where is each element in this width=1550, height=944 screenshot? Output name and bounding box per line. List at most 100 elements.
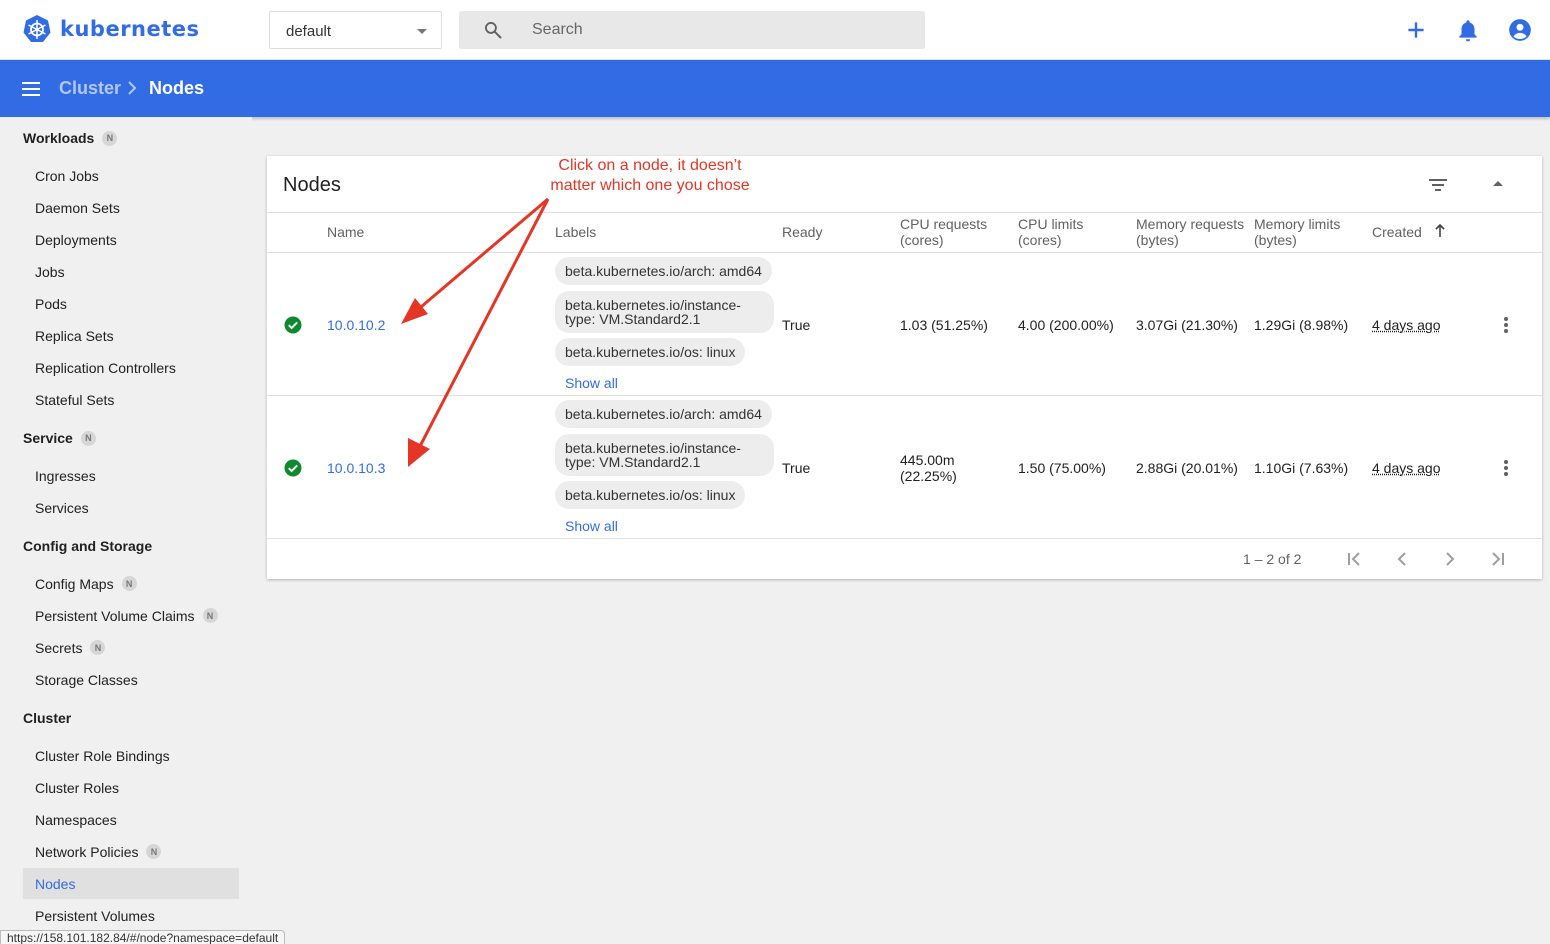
column-header-cpu-limits[interactable]: CPU limits (cores) bbox=[1018, 216, 1108, 248]
kubernetes-wheel-icon bbox=[23, 15, 51, 42]
label-chip: beta.kubernetes.io/os: linux bbox=[555, 481, 746, 509]
sidebar-item-stateful-sets[interactable]: Stateful Sets bbox=[23, 384, 239, 415]
label-chip: beta.kubernetes.io/instance-type: VM.Sta… bbox=[555, 291, 774, 333]
sidebar-item-label: Storage Classes bbox=[35, 671, 138, 688]
label-chip: beta.kubernetes.io/arch: amd64 bbox=[555, 257, 772, 285]
column-header-memory-requests[interactable]: Memory requests (bytes) bbox=[1136, 216, 1251, 248]
sidebar-item-label: Config Maps bbox=[35, 575, 114, 592]
sidebar-item-jobs[interactable]: Jobs bbox=[23, 256, 239, 287]
node-link[interactable]: 10.0.10.3 bbox=[327, 460, 385, 476]
search-input[interactable] bbox=[532, 11, 912, 49]
card-title: Nodes bbox=[283, 174, 341, 196]
sidebar-item-cluster-role-bindings[interactable]: Cluster Role Bindings bbox=[23, 740, 239, 771]
sidebar-item-services[interactable]: Services bbox=[23, 492, 239, 523]
sidebar-item-label: Namespaces bbox=[35, 811, 117, 828]
sidebar-item-cron-jobs[interactable]: Cron Jobs bbox=[23, 160, 239, 191]
sidebar-item-persistent-volume-claims[interactable]: Persistent Volume Claims N bbox=[23, 600, 239, 631]
last-page-icon[interactable] bbox=[1488, 549, 1508, 569]
column-header-cpu-requests[interactable]: CPU requests (cores) bbox=[900, 216, 1000, 248]
section-label: Workloads bbox=[23, 130, 95, 146]
column-header-memory-limits[interactable]: Memory limits (bytes) bbox=[1254, 216, 1354, 248]
cpu-requests-value: 1.03 (51.25%) bbox=[900, 317, 988, 333]
namespaced-badge: N bbox=[121, 576, 137, 591]
divider bbox=[267, 395, 1542, 396]
sidebar-item-label: Persistent Volumes bbox=[35, 907, 155, 924]
next-page-icon[interactable] bbox=[1440, 549, 1460, 569]
sidebar-section-workloads[interactable]: Workloads N bbox=[23, 130, 118, 146]
status-ok-icon bbox=[284, 459, 302, 477]
search-icon bbox=[485, 22, 502, 39]
column-header-created[interactable]: Created bbox=[1372, 224, 1422, 240]
column-header-ready[interactable]: Ready bbox=[782, 224, 822, 240]
sidebar-item-label: Cluster Roles bbox=[35, 779, 120, 796]
pagination-range: 1 – 2 of 2 bbox=[1243, 551, 1302, 567]
sidebar-item-deployments[interactable]: Deployments bbox=[23, 224, 239, 255]
sidebar-item-label: Persistent Volume Claims bbox=[35, 607, 195, 624]
namespaced-badge: N bbox=[202, 608, 218, 623]
memory-limits-value: 1.10Gi (7.63%) bbox=[1254, 460, 1349, 476]
sidebar-item-cluster-roles[interactable]: Cluster Roles bbox=[23, 772, 239, 803]
collapse-caret-icon[interactable] bbox=[1491, 179, 1505, 189]
section-label: Cluster bbox=[23, 710, 72, 726]
divider bbox=[267, 252, 1542, 253]
sidebar-section-service[interactable]: Service N bbox=[23, 430, 96, 446]
sidebar: Workloads N Cron Jobs Daemon Sets Deploy… bbox=[0, 117, 252, 944]
sidebar-item-ingresses[interactable]: Ingresses bbox=[23, 460, 239, 491]
cpu-limits-value: 1.50 (75.00%) bbox=[1018, 460, 1106, 476]
sidebar-item-pods[interactable]: Pods bbox=[23, 288, 239, 319]
status-ok-icon bbox=[284, 316, 302, 334]
ready-value: True bbox=[782, 460, 811, 476]
sidebar-item-daemon-sets[interactable]: Daemon Sets bbox=[23, 192, 239, 223]
show-all-link[interactable]: Show all bbox=[565, 518, 618, 534]
chevron-right-icon bbox=[128, 81, 137, 95]
sidebar-item-label: Nodes bbox=[35, 875, 76, 892]
namespaced-badge: N bbox=[80, 430, 96, 446]
section-label: Service bbox=[23, 430, 73, 446]
filter-icon[interactable] bbox=[1427, 176, 1449, 194]
sidebar-item-network-policies[interactable]: Network Policies N bbox=[23, 836, 239, 867]
sidebar-item-namespaces[interactable]: Namespaces bbox=[23, 804, 239, 835]
breadcrumb-nodes: Nodes bbox=[149, 78, 205, 98]
kubernetes-logo[interactable]: kubernetes bbox=[22, 14, 200, 44]
namespaced-badge: N bbox=[102, 130, 118, 146]
previous-page-icon[interactable] bbox=[1392, 549, 1412, 569]
sidebar-item-storage-classes[interactable]: Storage Classes bbox=[23, 664, 239, 695]
first-page-icon[interactable] bbox=[1344, 549, 1364, 569]
memory-requests-value: 3.07Gi (21.30%) bbox=[1136, 317, 1238, 333]
cpu-limits-value: 4.00 (200.00%) bbox=[1018, 317, 1114, 333]
label-chip: beta.kubernetes.io/instance-type: VM.Sta… bbox=[555, 434, 774, 476]
sidebar-item-secrets[interactable]: Secrets N bbox=[23, 632, 239, 663]
breadcrumb-cluster[interactable]: Cluster bbox=[59, 78, 121, 99]
created-value: 4 days ago bbox=[1372, 460, 1441, 476]
namespaced-badge: N bbox=[90, 640, 106, 655]
sidebar-item-nodes[interactable]: Nodes bbox=[23, 868, 239, 899]
ready-value: True bbox=[782, 317, 811, 333]
label-chip: beta.kubernetes.io/arch: amd64 bbox=[555, 400, 772, 428]
sidebar-section-config-and-storage[interactable]: Config and Storage bbox=[23, 538, 152, 554]
top-bar: kubernetes default bbox=[0, 0, 1550, 60]
sidebar-item-persistent-volumes[interactable]: Persistent Volumes bbox=[23, 900, 239, 931]
column-header-name[interactable]: Name bbox=[327, 224, 364, 240]
node-link[interactable]: 10.0.10.2 bbox=[327, 317, 385, 333]
sort-arrow-up-icon[interactable] bbox=[1434, 224, 1446, 238]
sidebar-section-cluster[interactable]: Cluster bbox=[23, 710, 71, 726]
row-actions-menu-icon[interactable] bbox=[1504, 317, 1508, 335]
add-icon[interactable] bbox=[1403, 17, 1429, 43]
row-actions-menu-icon[interactable] bbox=[1504, 460, 1508, 478]
memory-requests-value: 2.88Gi (20.01%) bbox=[1136, 460, 1238, 476]
sidebar-item-replica-sets[interactable]: Replica Sets bbox=[23, 320, 239, 351]
notifications-icon[interactable] bbox=[1455, 17, 1481, 43]
sidebar-item-replication-controllers[interactable]: Replication Controllers bbox=[23, 352, 239, 383]
namespace-value: default bbox=[286, 23, 332, 40]
cpu-requests-value: 445.00m (22.25%) bbox=[900, 452, 957, 484]
sidebar-item-config-maps[interactable]: Config Maps N bbox=[23, 568, 239, 599]
memory-limits-value: 1.29Gi (8.98%) bbox=[1254, 317, 1349, 333]
divider bbox=[267, 538, 1542, 539]
search-bar[interactable] bbox=[459, 11, 925, 49]
section-label: Config and Storage bbox=[23, 538, 153, 554]
hamburger-menu-icon[interactable] bbox=[21, 79, 41, 99]
namespace-select[interactable]: default bbox=[269, 11, 442, 49]
sidebar-item-label: Secrets bbox=[35, 639, 83, 656]
show-all-link[interactable]: Show all bbox=[565, 375, 618, 391]
account-icon[interactable] bbox=[1507, 17, 1533, 43]
